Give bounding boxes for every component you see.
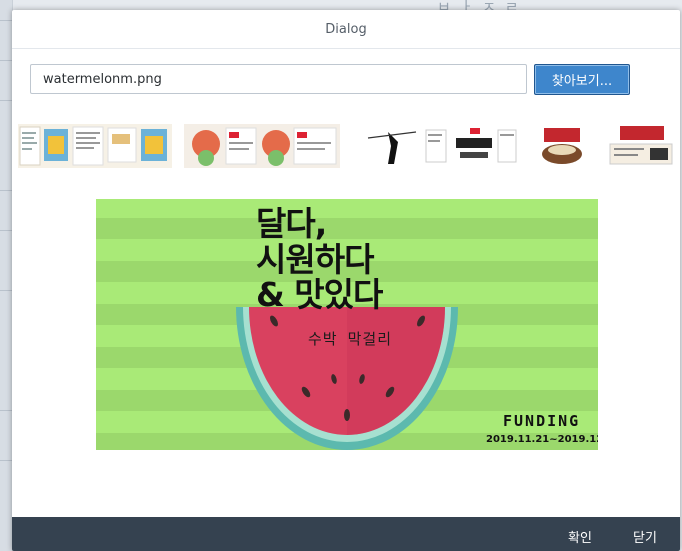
dialog-footer: 확인 닫기 <box>12 517 680 551</box>
poster-headline-line-1: 달다, <box>256 204 327 243</box>
poster-dates: 2019.11.21~2019.12.27 <box>486 434 598 445</box>
confirm-button[interactable]: 확인 <box>568 527 592 546</box>
dialog-title: Dialog <box>325 21 367 37</box>
thumb-product-3[interactable] <box>358 124 518 168</box>
image-preview: 달다, 시원하다 & 맛있다 수박 막걸리 FUNDING 2019.11.21… <box>96 199 598 450</box>
poster-headline-line-2: 시원하다 <box>256 240 374 279</box>
thumb-product-4[interactable] <box>534 124 590 168</box>
file-row: 찾아보기... <box>30 64 650 96</box>
file-name-input[interactable] <box>30 64 527 94</box>
thumb-product-1[interactable] <box>18 124 172 168</box>
thumbnail-strip <box>18 124 678 172</box>
poster-funding: FUNDING <box>503 412 581 430</box>
browse-button[interactable]: 찾아보기... <box>534 64 630 95</box>
thumb-product-5[interactable] <box>606 124 676 168</box>
file-picker-dialog: Dialog 찾아보기... <box>12 10 680 551</box>
poster-headline-line-3: & 맛있다 <box>256 275 383 314</box>
poster-subtitle: 수박 막걸리 <box>308 330 393 348</box>
close-button[interactable]: 닫기 <box>633 527 657 546</box>
thumb-product-2[interactable] <box>184 124 340 168</box>
dialog-header: Dialog <box>12 10 680 49</box>
